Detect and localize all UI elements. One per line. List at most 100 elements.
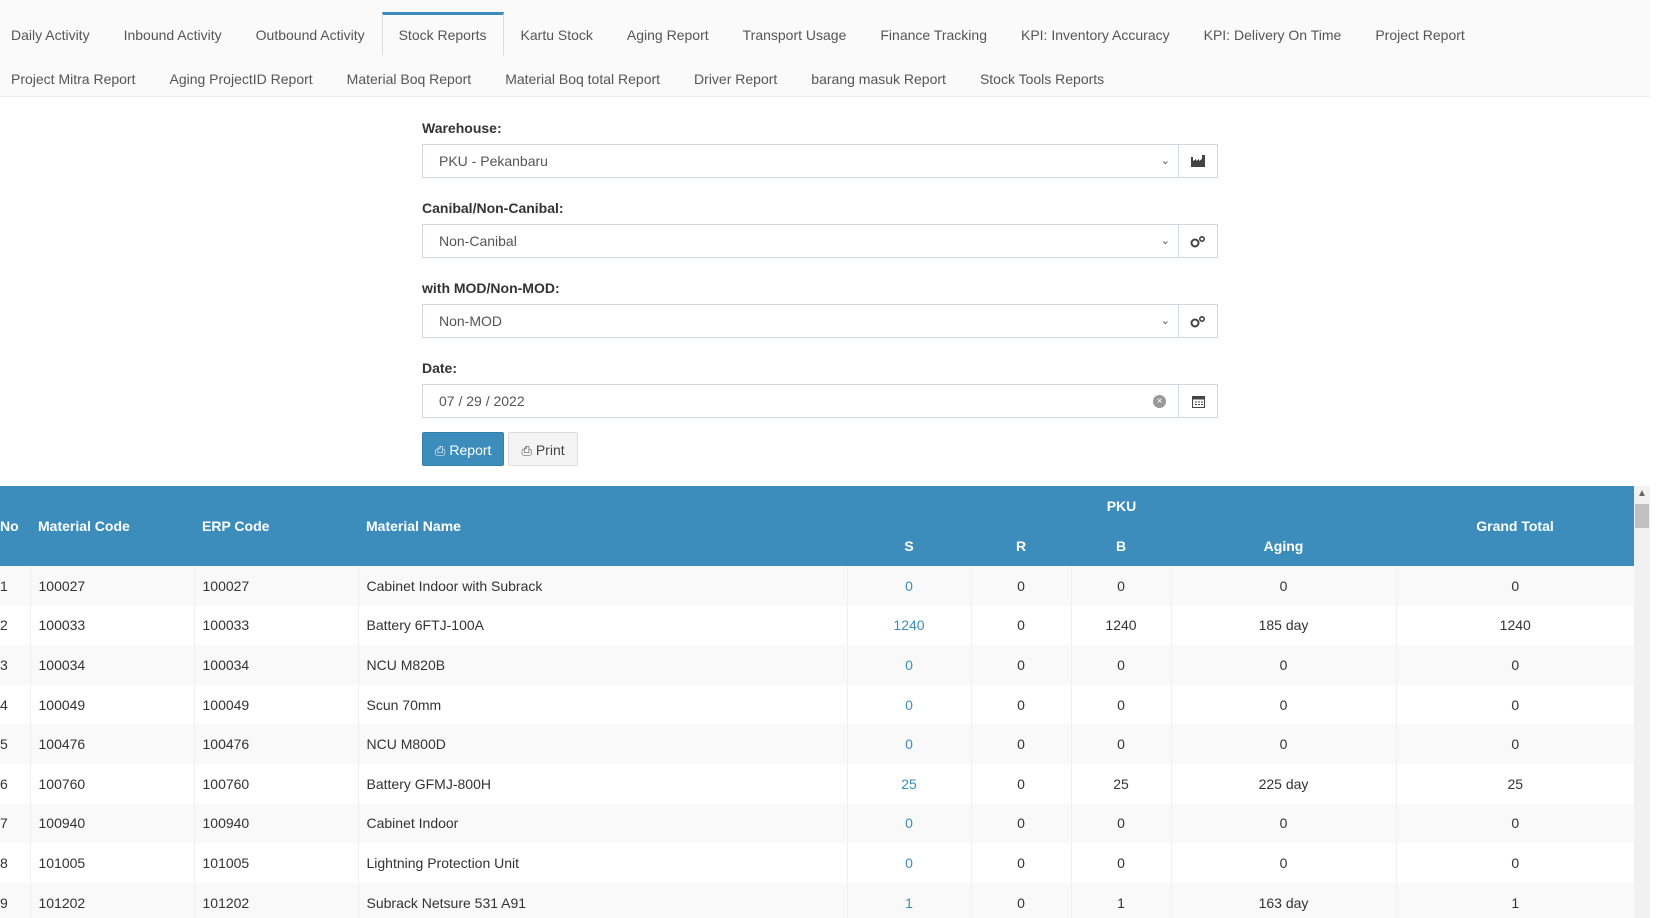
tab-stock-reports[interactable]: Stock Reports [381,12,504,56]
cell-r: 0 [970,605,1071,646]
col-header-aging: Aging [1171,525,1396,566]
cell-erp-code: 100049 [193,684,358,725]
cell-material-name: Cabinet Indoor [357,803,847,844]
print-button[interactable]: ⎙ Print [508,432,578,466]
cell-r: 0 [970,684,1071,725]
col-header-b: B [1071,525,1171,566]
cell-aging: 0 [1170,724,1396,764]
tab-material-boq-total-report[interactable]: Material Boq total Report [488,56,677,100]
cell-material-code: 101005 [29,843,194,883]
cell-b: 0 [1070,645,1171,685]
tab-transport-usage[interactable]: Transport Usage [726,12,864,56]
cell-material-name: NCU M820B [357,645,847,685]
tab-project-report[interactable]: Project Report [1358,12,1481,56]
cell-s-link[interactable]: 1 [846,882,971,918]
warehouse-value: PKU - Pekanbaru [439,153,548,169]
tab-finance-tracking[interactable]: Finance Tracking [863,12,1004,56]
cell-erp-code: 100476 [193,724,358,764]
cell-s-link[interactable]: 0 [846,684,971,725]
col-header-no: No [0,486,30,566]
print-button-label: Print [535,442,565,458]
cell-r: 0 [970,843,1071,883]
table-row: 9 101202 101202 Subrack Netsure 531 A91 1 0 1 1… [0,882,1634,918]
cell-no: 6 [0,763,30,804]
tab-material-boq-report[interactable]: Material Boq Report [330,56,489,100]
cell-s-link[interactable]: 0 [846,724,971,764]
table-scrollbar[interactable]: ▲ [1634,486,1650,918]
cell-grand-total: 1 [1395,882,1634,918]
col-header-material-code: Material Code [30,486,194,566]
table-row: 8 101005 101005 Lightning Protection Unit 0 0… [0,843,1634,883]
col-header-erp-code: ERP Code [194,486,358,566]
chevron-down-icon: ⌄ [1160,315,1170,327]
cell-aging: 185 day [1170,605,1396,646]
cell-material-name: Lightning Protection Unit [357,843,847,883]
table-row: 1 100027 100027 Cabinet Indoor with Subrack… [0,566,1634,606]
clear-date-icon[interactable]: × [1153,395,1166,408]
col-header-s: S [847,525,971,566]
calendar-icon[interactable] [1178,384,1218,418]
cell-aging: 0 [1170,843,1396,883]
cell-b: 0 [1070,843,1171,883]
cell-material-name: Subrack Netsure 531 A91 [357,882,847,918]
tab-stock-tools-reports[interactable]: Stock Tools Reports [963,56,1121,100]
cell-aging: 163 day [1170,882,1396,918]
cell-b: 1240 [1070,605,1171,646]
cell-grand-total: 0 [1395,645,1634,685]
table-row: 2 100033 100033 Battery 6FTJ-100A 1240 0 1240 1… [0,605,1634,646]
report-filter-form: Warehouse: PKU - Pekanbaru ⌄ Canibal/Non… [422,118,1218,466]
cell-no: 4 [0,684,30,725]
cell-grand-total: 25 [1395,763,1634,804]
cell-material-name: Battery 6FTJ-100A [357,605,847,646]
cell-material-code: 100033 [29,605,194,646]
cell-r: 0 [970,566,1071,606]
cell-material-name: NCU M800D [357,724,847,764]
mod-select[interactable]: Non-MOD ⌄ [422,304,1178,338]
cell-erp-code: 100940 [193,803,358,844]
tab-driver-report[interactable]: Driver Report [677,56,794,100]
date-input[interactable]: 07 / 29 / 2022 × [422,384,1178,418]
tab-kpi-inventory-accuracy[interactable]: KPI: Inventory Accuracy [1004,12,1187,56]
tab-outbound-activity[interactable]: Outbound Activity [239,12,382,56]
report-icon: ⎙ [435,443,446,458]
tab-barang-masuk-report[interactable]: barang masuk Report [794,56,963,100]
cell-b: 0 [1070,566,1171,606]
cell-aging: 0 [1170,566,1396,606]
date-label: Date: [422,360,458,376]
cell-s-link[interactable]: 0 [846,843,971,883]
tab-row-1: Daily Activity Inbound Activity Outbound A… [0,12,1482,56]
cell-erp-code: 100033 [193,605,358,646]
cell-s-link[interactable]: 25 [846,763,971,804]
tab-aging-projectid-report[interactable]: Aging ProjectID Report [152,56,329,100]
cell-b: 0 [1070,803,1171,844]
cell-erp-code: 101005 [193,843,358,883]
tab-project-mitra-report[interactable]: Project Mitra Report [0,56,152,100]
date-value: 07 / 29 / 2022 [439,393,525,409]
cell-s-link[interactable]: 0 [846,566,971,606]
cell-s-link[interactable]: 1240 [846,605,971,646]
scrollbar-thumb[interactable] [1635,504,1649,528]
report-button[interactable]: ⎙ Report [422,432,505,466]
cell-grand-total: 0 [1395,803,1634,844]
cell-b: 1 [1070,882,1171,918]
cell-s-link[interactable]: 0 [846,803,971,844]
cell-b: 0 [1070,724,1171,764]
cell-material-name: Cabinet Indoor with Subrack [357,566,847,606]
cell-no: 7 [0,803,30,844]
cell-s-link[interactable]: 0 [846,645,971,685]
tab-kartu-stock[interactable]: Kartu Stock [504,12,610,56]
canibal-select[interactable]: Non-Canibal ⌄ [422,224,1178,258]
tab-daily-activity[interactable]: Daily Activity [0,12,107,56]
tab-kpi-delivery-on-time[interactable]: KPI: Delivery On Time [1187,12,1359,56]
tab-inbound-activity[interactable]: Inbound Activity [107,12,239,56]
cell-r: 0 [970,645,1071,685]
cell-no: 9 [0,882,30,918]
tab-aging-report[interactable]: Aging Report [610,12,726,56]
print-icon: ⎙ [521,443,532,458]
cell-grand-total: 0 [1395,724,1634,764]
scroll-up-icon[interactable]: ▲ [1634,486,1650,502]
table-row: 5 100476 100476 NCU M800D 0 0 0 0 0 [0,724,1634,764]
cell-material-code: 100034 [29,645,194,685]
warehouse-select[interactable]: PKU - Pekanbaru ⌄ [422,144,1178,178]
cell-aging: 0 [1170,684,1396,725]
